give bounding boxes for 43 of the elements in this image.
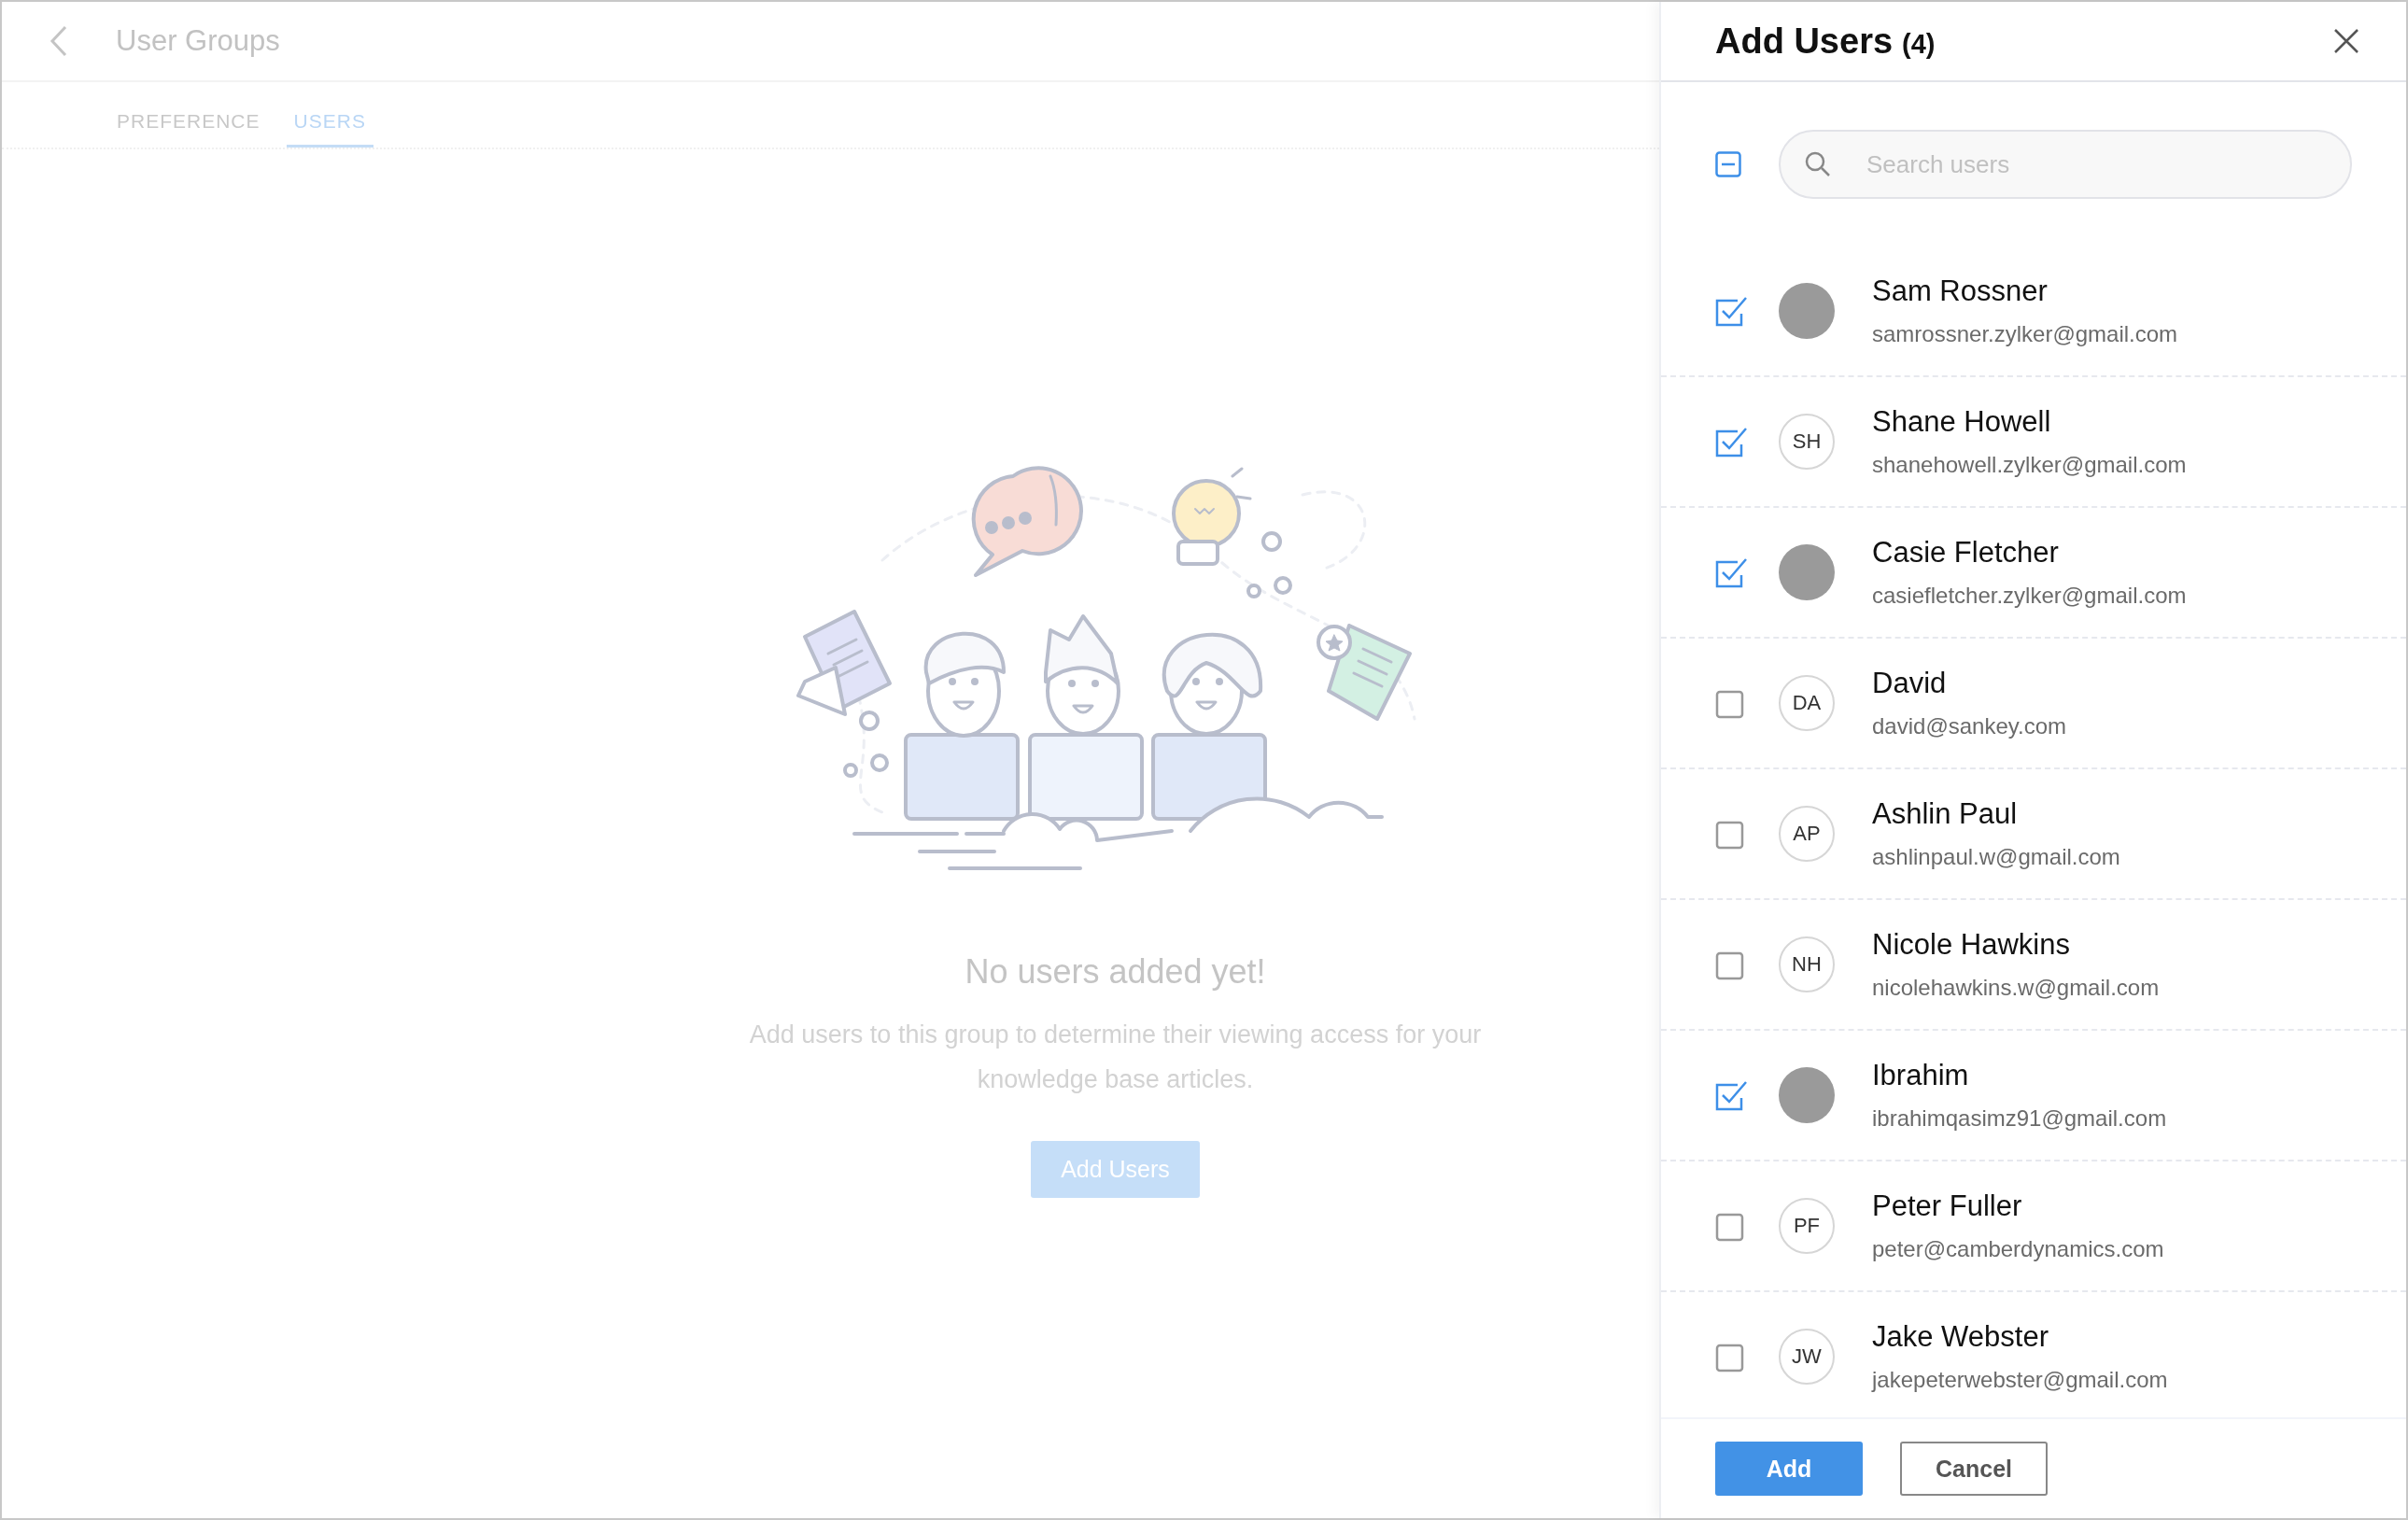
user-initials-avatar: AP bbox=[1779, 806, 1835, 862]
user-name: Ashlin Paul bbox=[1872, 797, 2019, 831]
close-icon[interactable] bbox=[2333, 28, 2359, 54]
user-email: ibrahimqasimz91@gmail.com bbox=[1872, 1105, 2167, 1132]
user-name: Casie Fletcher bbox=[1872, 536, 2060, 570]
selected-count: (4) bbox=[1902, 27, 1936, 60]
cancel-button[interactable]: Cancel bbox=[1900, 1442, 2048, 1496]
user-email: nicolehawkins.w@gmail.com bbox=[1872, 975, 2160, 1001]
user-name: Sam Rossner bbox=[1872, 274, 2049, 308]
user-initials-avatar: SH bbox=[1779, 414, 1835, 470]
user-name: Shane Howell bbox=[1872, 405, 2052, 439]
user-email: peter@camberdynamics.com bbox=[1872, 1236, 2164, 1262]
checkbox[interactable] bbox=[1715, 295, 1747, 327]
photo-placeholder bbox=[1779, 283, 1835, 339]
user-initials-avatar: DA bbox=[1779, 675, 1835, 731]
search-field[interactable]: Search users bbox=[1779, 130, 2352, 199]
checkbox[interactable] bbox=[1715, 556, 1747, 588]
user-email: samrossner.zylker@gmail.com bbox=[1872, 321, 2178, 347]
add-button[interactable]: Add bbox=[1715, 1442, 1863, 1496]
tab[interactable]: USERS bbox=[286, 82, 373, 148]
user-initials-avatar: NH bbox=[1779, 936, 1835, 992]
user-email: ashlinpaul.w@gmail.com bbox=[1872, 844, 2120, 870]
user-name: Nicole Hawkins bbox=[1872, 928, 2071, 962]
checkbox[interactable] bbox=[1715, 1079, 1747, 1111]
user-initials-avatar: JW bbox=[1779, 1329, 1835, 1385]
add-users-button[interactable]: Add Users bbox=[1031, 1141, 1200, 1198]
back-icon[interactable] bbox=[49, 24, 69, 58]
user-email: casiefletcher.zylker@gmail.com bbox=[1872, 583, 2187, 609]
user-name: Ibrahim bbox=[1872, 1059, 1970, 1092]
user-initials-avatar: PF bbox=[1779, 1198, 1835, 1254]
page-title: User Groups bbox=[116, 24, 280, 58]
user-name: Jake Webster bbox=[1872, 1320, 2049, 1354]
panel-title: Add Users bbox=[1715, 21, 1894, 62]
user-email: shanehowell.zylker@gmail.com bbox=[1872, 452, 2187, 478]
user-email: david@sankey.com bbox=[1872, 713, 2066, 739]
user-name: David bbox=[1872, 667, 1948, 700]
select-all-checkbox[interactable] bbox=[1715, 151, 1741, 177]
empty-state-heading: No users added yet! bbox=[965, 952, 1266, 992]
photo-placeholder bbox=[1779, 1067, 1835, 1123]
photo-placeholder bbox=[1779, 544, 1835, 600]
user-name: Peter Fuller bbox=[1872, 1189, 2023, 1223]
user-email: jakepeterwebster@gmail.com bbox=[1872, 1367, 2168, 1393]
checkbox[interactable] bbox=[1715, 426, 1747, 457]
